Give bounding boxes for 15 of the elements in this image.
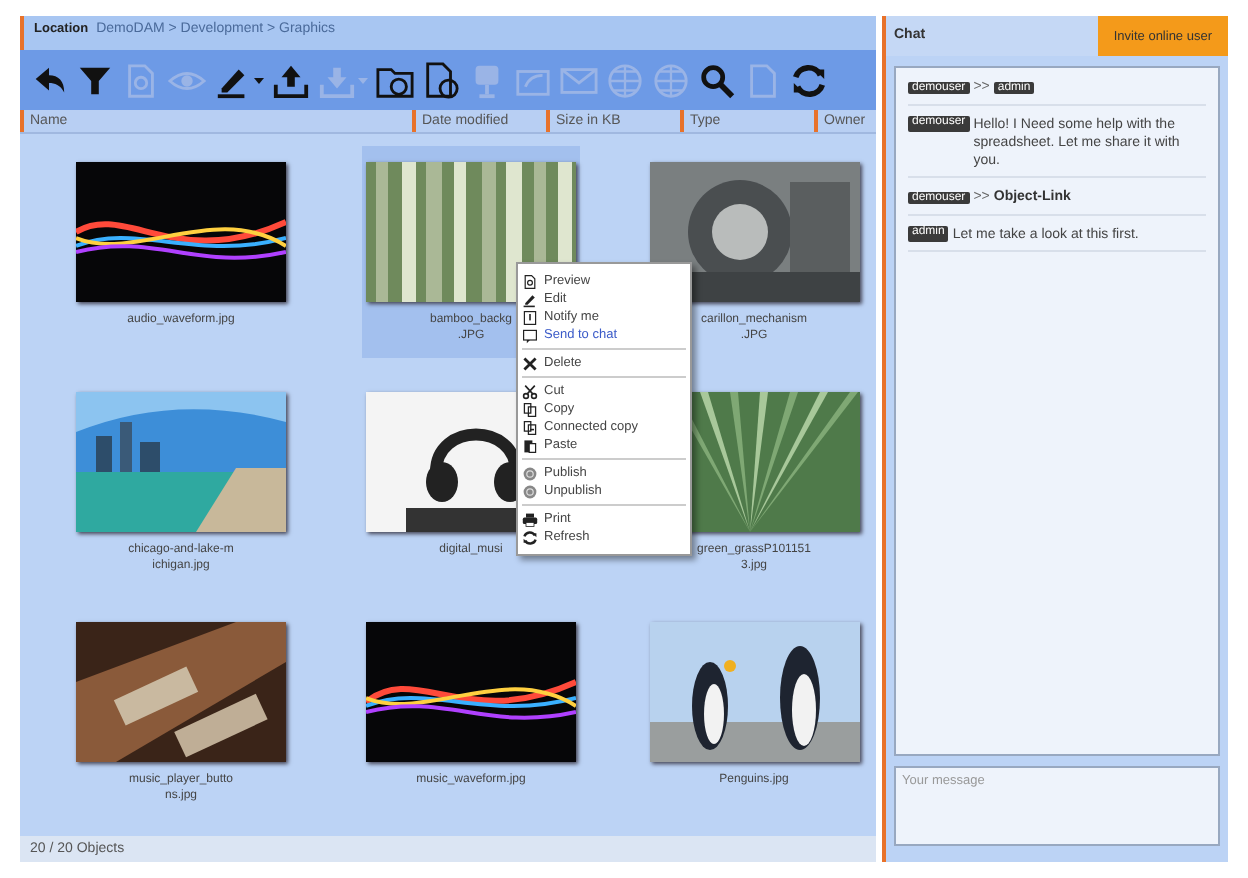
delete-icon — [522, 355, 538, 371]
cut-icon — [522, 383, 538, 399]
print-icon — [522, 511, 538, 527]
refresh-icon — [522, 529, 538, 545]
chat-icon — [522, 327, 538, 343]
paste-icon — [522, 437, 538, 453]
file-icon[interactable] — [422, 61, 460, 100]
caret-icon[interactable] — [254, 75, 264, 86]
notify-icon — [522, 309, 538, 325]
preview-icon — [522, 273, 538, 289]
edit-icon — [522, 291, 538, 307]
copy-icon — [522, 401, 538, 417]
search-icon[interactable] — [698, 61, 736, 100]
refresh-icon[interactable] — [790, 61, 828, 100]
upload-icon[interactable] — [272, 61, 310, 100]
